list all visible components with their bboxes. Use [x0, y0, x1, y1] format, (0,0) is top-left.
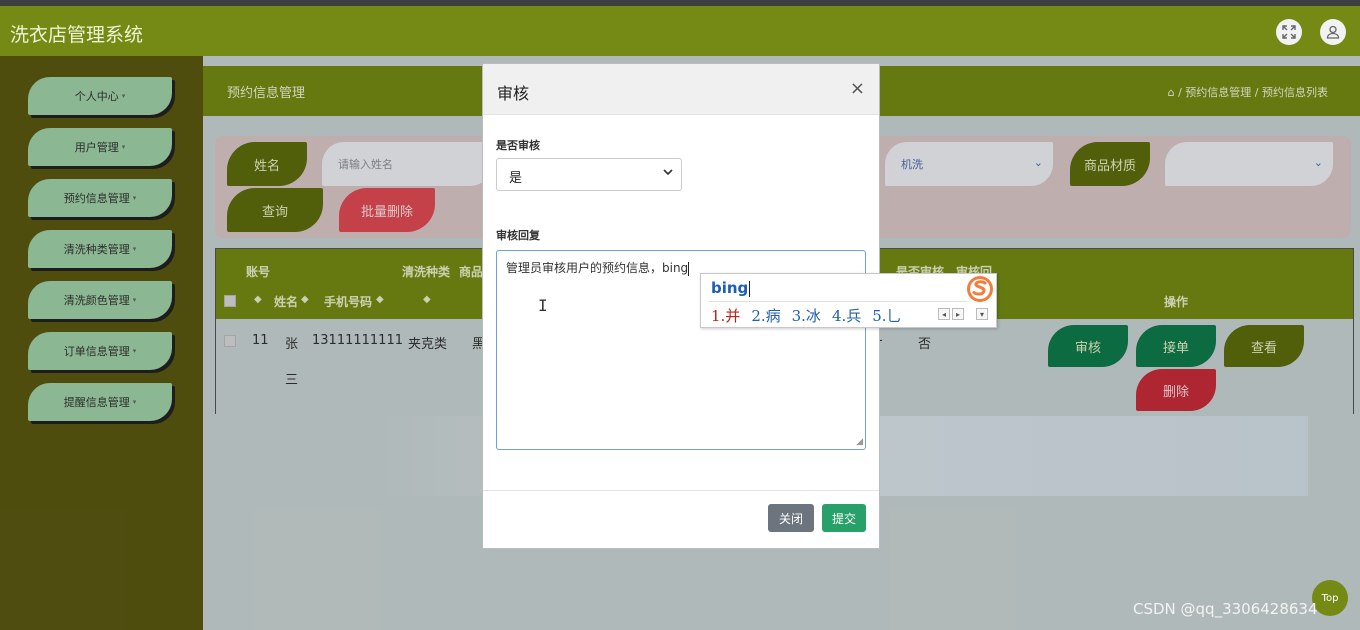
text-cursor: [688, 261, 690, 276]
audit-reply-label: 审核回复: [496, 229, 540, 242]
modal-title: 审核: [497, 84, 530, 103]
audit-status-select[interactable]: 是: [496, 158, 682, 191]
watermark: CSDN @qq_3306428634: [1133, 600, 1318, 618]
close-icon[interactable]: ×: [850, 78, 865, 99]
ime-candidate[interactable]: 5.乚: [872, 307, 901, 325]
chevron-down-icon: [663, 166, 673, 180]
user-icon[interactable]: [1320, 19, 1346, 45]
top-header: 洗衣店管理系统: [0, 6, 1360, 56]
modal-footer-divider: [483, 490, 879, 491]
ime-candidate[interactable]: 1.并: [711, 307, 740, 325]
ime-next-page-icon[interactable]: ▸: [952, 308, 964, 320]
ime-divider: [709, 301, 967, 302]
ime-prev-page-icon[interactable]: ◂: [938, 308, 950, 320]
modal-header: 审核 ×: [483, 64, 879, 115]
submit-button[interactable]: 提交: [822, 504, 866, 532]
ime-candidate[interactable]: 4.兵: [832, 307, 861, 325]
resize-grip-icon[interactable]: ◢: [856, 437, 863, 447]
expand-icon[interactable]: [1276, 19, 1302, 45]
ime-candidate-popup: bing 1.并 2.病 3.冰 4.兵 5.乚 ◂ ▸ ▾: [700, 273, 997, 328]
ime-pinyin: bing: [711, 279, 751, 297]
ime-expand-icon[interactable]: ▾: [976, 308, 988, 320]
ime-candidate-list: 1.并 2.病 3.冰 4.兵 5.乚: [711, 305, 913, 326]
audit-status-label: 是否审核: [496, 139, 540, 152]
app-title: 洗衣店管理系统: [10, 24, 144, 46]
text-cursor: [749, 280, 751, 297]
close-button[interactable]: 关闭: [768, 504, 814, 532]
ibeam-cursor-icon: I: [538, 296, 548, 315]
sogou-logo-icon: [967, 276, 993, 302]
ime-candidate[interactable]: 2.病: [751, 307, 780, 325]
ime-candidate[interactable]: 3.冰: [792, 307, 821, 325]
